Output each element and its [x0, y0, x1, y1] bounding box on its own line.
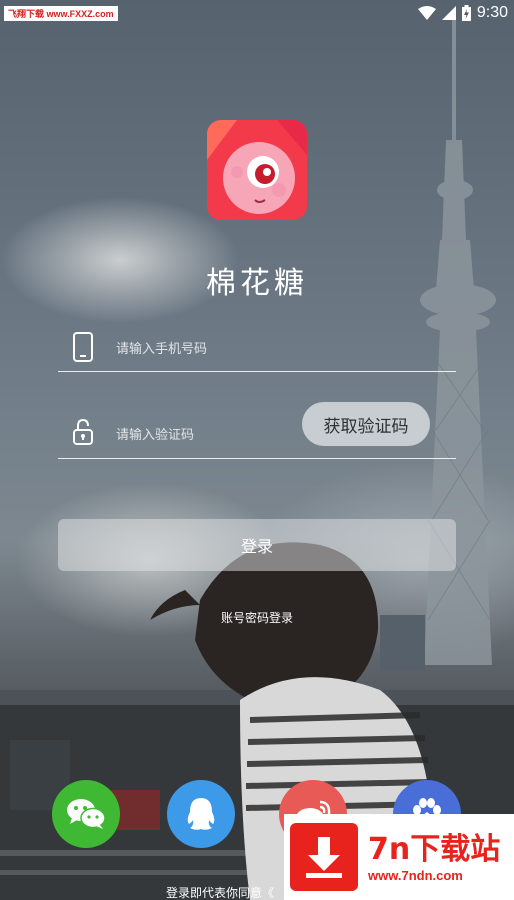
unlock-icon [73, 418, 93, 445]
battery-icon [461, 5, 471, 21]
watermark-label: 飞翔下载 www.FXXZ.com [4, 6, 118, 21]
status-bar: 飞翔下载 www.FXXZ.com 9:30 [0, 0, 514, 26]
ad-watermark-banner: 7n下载站 www.7ndn.com [284, 814, 514, 900]
agreement-text: 登录即代表你同意《 [166, 886, 275, 900]
status-icons: 9:30 [417, 4, 508, 22]
wifi-icon [417, 6, 436, 20]
phone-field [58, 326, 456, 372]
wechat-icon [67, 799, 106, 829]
qq-icon [187, 798, 215, 830]
ad-url: www.7ndn.com [368, 867, 463, 883]
password-login-link[interactable]: 账号密码登录 [0, 609, 514, 626]
phone-icon [73, 332, 93, 362]
get-code-button[interactable]: 获取验证码 [302, 402, 430, 446]
download-icon [290, 823, 358, 891]
login-button[interactable]: 登录 [58, 519, 456, 571]
phone-input[interactable] [116, 336, 336, 362]
app-name-title: 棉花糖 [206, 266, 308, 301]
app-logo [207, 120, 307, 220]
signal-icon [441, 6, 456, 20]
status-time: 9:30 [476, 4, 508, 21]
ad-title: 7n下载站 [368, 831, 501, 867]
wechat-login-button[interactable] [52, 780, 120, 848]
qq-login-button[interactable] [167, 780, 235, 848]
